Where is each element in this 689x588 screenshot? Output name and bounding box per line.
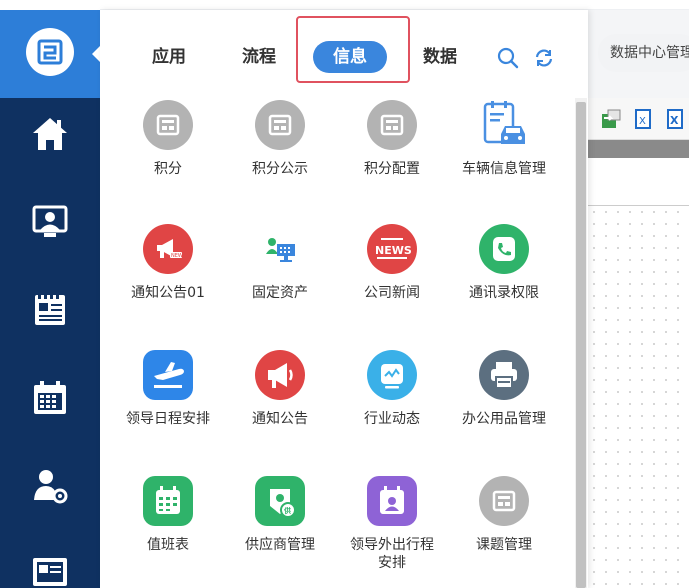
sheet-header-band	[588, 140, 689, 158]
export-excel-icon[interactable]: X	[664, 108, 686, 130]
app-label: 通知公告	[252, 411, 308, 427]
export-word-icon[interactable]: X	[632, 108, 654, 130]
generic-grey-icon	[143, 100, 193, 150]
app-tile[interactable]: 固定资产	[224, 224, 336, 302]
app-tile[interactable]: 供 供应商管理	[224, 476, 336, 554]
app-tile[interactable]: 积分	[112, 100, 224, 178]
app-label: 行业动态	[364, 411, 420, 427]
app-label: 通知公告01	[131, 285, 205, 301]
app-menu-panel: 应用 流程 信息 数据 积分 积分公示 积分配置 车辆信息管理 NEW 通知公告…	[100, 10, 588, 588]
phone-book-icon	[479, 224, 529, 274]
app-tile[interactable]: 领导外出行程安排	[336, 476, 448, 572]
app-tile[interactable]: 课题管理	[448, 476, 560, 554]
screen-doc-icon[interactable]	[30, 554, 70, 588]
tab-process[interactable]: 流程	[232, 42, 286, 72]
tab-apps[interactable]: 应用	[142, 42, 196, 72]
app-tile[interactable]: 通讯录权限	[448, 224, 560, 302]
app-label: 积分配置	[364, 161, 420, 177]
trend-icon	[367, 350, 417, 400]
app-tile[interactable]: 积分公示	[224, 100, 336, 178]
sheet-toolbar: X X	[588, 98, 689, 140]
app-label: 领导外出行程安排	[350, 537, 434, 571]
generic-grey-icon	[255, 100, 305, 150]
app-label: 办公用品管理	[462, 411, 546, 427]
home-icon[interactable]	[30, 114, 70, 154]
header-search[interactable]: 数据中心管理	[598, 34, 689, 72]
app-tile[interactable]: 通知公告	[224, 350, 336, 428]
duty-calendar-icon	[143, 476, 193, 526]
travel-icon	[367, 476, 417, 526]
app-tile[interactable]: NEW 通知公告01	[112, 224, 224, 302]
app-tile[interactable]: 值班表	[112, 476, 224, 554]
app-label: 值班表	[147, 537, 189, 553]
app-tile[interactable]: 车辆信息管理	[448, 100, 560, 178]
sheet-grid	[588, 206, 689, 588]
svg-text:NEWS: NEWS	[375, 244, 412, 257]
active-tab-highlight	[296, 16, 410, 83]
app-label: 公司新闻	[364, 285, 420, 301]
logo-icon	[26, 28, 74, 76]
printer-icon	[479, 350, 529, 400]
refresh-icon[interactable]	[532, 46, 556, 70]
user-settings-icon[interactable]	[30, 466, 70, 506]
svg-text:供: 供	[283, 506, 291, 515]
vehicle-info-icon	[479, 100, 529, 150]
active-pointer	[92, 46, 100, 62]
plane-schedule-icon	[143, 350, 193, 400]
svg-text:X: X	[670, 114, 679, 127]
news-doc-icon[interactable]	[30, 290, 70, 330]
calendar-icon[interactable]	[30, 378, 70, 418]
sidebar-logo-button[interactable]	[0, 10, 100, 98]
app-tile[interactable]: 办公用品管理	[448, 350, 560, 428]
generic-grey-icon	[367, 100, 417, 150]
app-label: 领导日程安排	[126, 411, 210, 427]
app-tile[interactable]: 领导日程安排	[112, 350, 224, 428]
app-label: 供应商管理	[245, 537, 315, 553]
svg-text:NEW: NEW	[171, 253, 183, 259]
app-tile[interactable]: 积分配置	[336, 100, 448, 178]
app-root: { "tabs": [ {"label": "应用", "active": fa…	[0, 0, 689, 588]
megaphone-new-icon: NEW	[143, 224, 193, 274]
top-strip	[100, 0, 689, 10]
panel-scrollbar[interactable]	[575, 98, 587, 588]
app-label: 课题管理	[476, 537, 532, 553]
tab-data[interactable]: 数据	[413, 42, 467, 72]
app-tile[interactable]: NEWS 公司新闻	[336, 224, 448, 302]
app-label: 积分公示	[252, 161, 308, 177]
left-sidebar	[0, 10, 100, 588]
supplier-icon: 供	[255, 476, 305, 526]
import-icon[interactable]	[600, 108, 622, 130]
news-icon: NEWS	[367, 224, 417, 274]
scrollbar-thumb[interactable]	[576, 102, 586, 588]
search-icon[interactable]	[496, 46, 520, 70]
monitor-user-icon[interactable]	[30, 202, 70, 242]
app-label: 通讯录权限	[469, 285, 539, 301]
sheet-header	[588, 158, 689, 206]
app-tile[interactable]: 行业动态	[336, 350, 448, 428]
app-label: 积分	[154, 161, 182, 177]
app-label: 固定资产	[252, 285, 308, 301]
app-label: 车辆信息管理	[462, 161, 546, 177]
svg-text:X: X	[639, 116, 646, 127]
fixed-asset-icon	[255, 224, 305, 274]
generic-grey-icon	[479, 476, 529, 526]
megaphone-icon	[255, 350, 305, 400]
